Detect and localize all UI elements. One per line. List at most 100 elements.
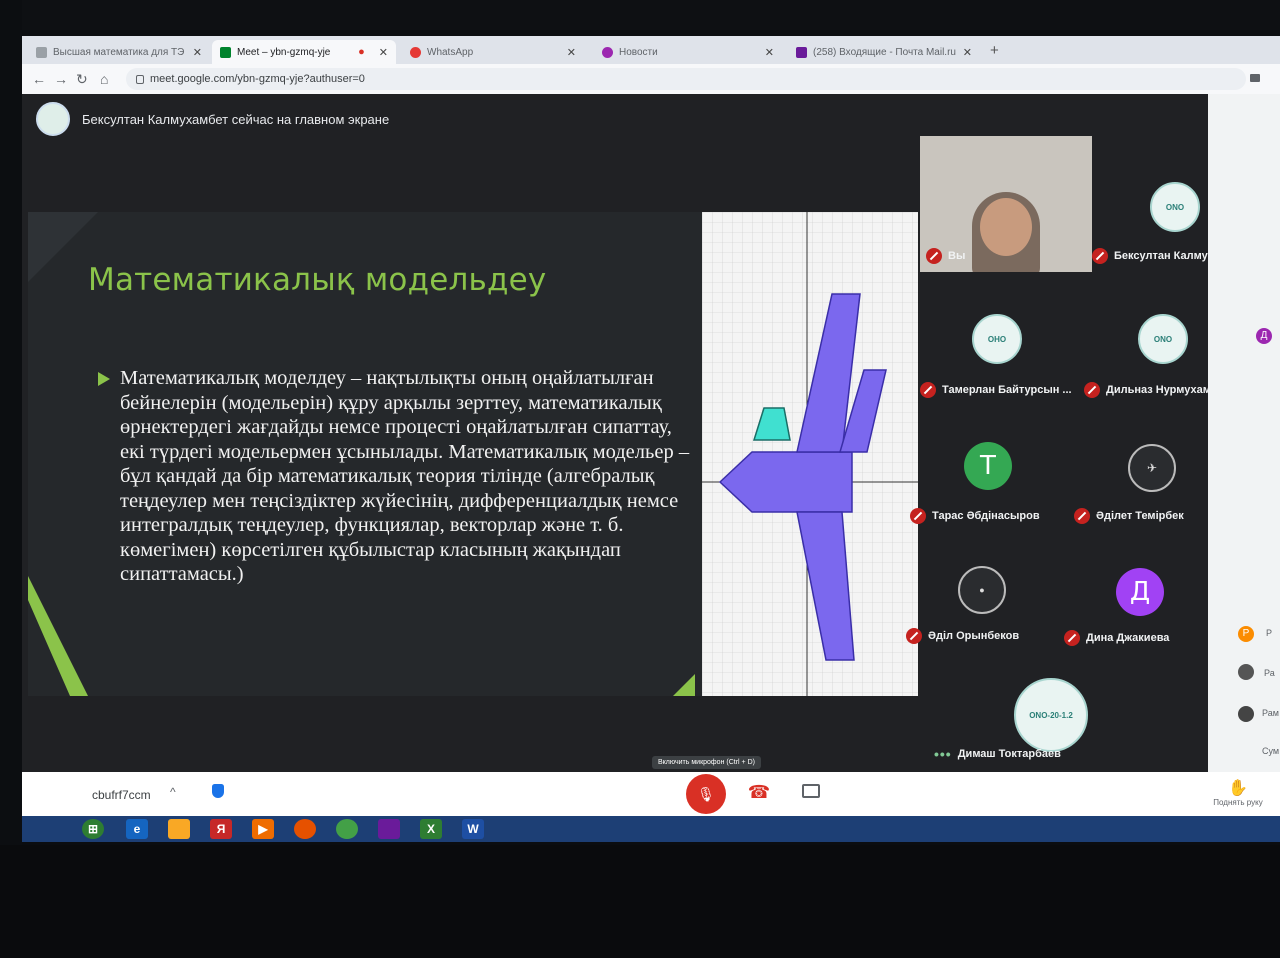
tab-mail[interactable]: (258) Входящие - Почта Mail.ru ✕ <box>788 40 980 64</box>
close-icon[interactable]: ✕ <box>567 46 576 59</box>
tab-news[interactable]: Новости ✕ <box>594 40 782 64</box>
reload-icon[interactable]: ↻ <box>76 71 88 88</box>
mail-icon <box>796 46 807 58</box>
side-label: Ра <box>1264 668 1275 678</box>
audio-activity-icon: ••• <box>934 746 952 762</box>
logo-icon: ● <box>979 585 985 595</box>
media-player-icon[interactable]: ▶ <box>252 819 274 839</box>
self-video-tile[interactable]: Вы <box>920 136 1092 272</box>
mic-off-icon <box>906 628 922 644</box>
participant-avatar-speaking: ONO-20-1.2 <box>1014 678 1088 752</box>
mic-off-icon <box>910 508 926 524</box>
chevron-up-icon[interactable]: ^ <box>170 785 176 799</box>
close-icon[interactable]: ✕ <box>379 46 388 59</box>
participant-chip[interactable]: Р <box>1238 626 1254 642</box>
presenting-banner: Бексултан Калмухамбет сейчас на главном … <box>36 102 389 136</box>
toggle-camera-button[interactable] <box>802 784 820 798</box>
tab-whatsapp[interactable]: WhatsApp ✕ <box>402 40 584 64</box>
tab-favicon <box>36 46 47 58</box>
participant-name: Әділ Орынбеков <box>906 628 1019 644</box>
participant-avatar: Д <box>1116 568 1164 616</box>
meet-icon <box>220 46 231 58</box>
excel-icon[interactable]: X <box>420 819 442 839</box>
participant-avatar: Т <box>964 442 1012 490</box>
mic-off-icon <box>1092 248 1108 264</box>
windows-taskbar: ⊞ e Я ▶ X W <box>22 816 1280 842</box>
ie-icon[interactable]: e <box>126 819 148 839</box>
presentation-slide: Математикалық модельдеу Математикалық мо… <box>28 212 918 696</box>
participant-name: ••• Димаш Токтарбаев <box>934 746 1061 762</box>
participant-name: Әділет Темірбек <box>1074 508 1184 524</box>
presenting-text: Бексултан Калмухамбет сейчас на главном … <box>82 111 390 127</box>
firefox-icon[interactable] <box>294 819 316 839</box>
participant-avatar: ✈ <box>1128 444 1176 492</box>
slide-decoration <box>673 674 695 696</box>
side-label: Сум <box>1262 746 1280 756</box>
close-icon[interactable]: ✕ <box>193 46 202 59</box>
participant-avatar: ONO <box>1138 314 1188 364</box>
mic-off-icon <box>1064 630 1080 646</box>
coordinate-grid <box>702 212 918 696</box>
logo-icon: OHO <box>987 334 1007 344</box>
tab-label: WhatsApp <box>427 46 474 58</box>
slide-decoration <box>28 600 70 696</box>
address-bar[interactable]: meet.google.com/ybn-gzmq-yje?authuser=0 <box>126 68 1246 90</box>
monitor-bezel-bottom <box>0 845 1280 958</box>
hand-icon: ✋ <box>1228 780 1248 797</box>
toggle-mic-button[interactable]: 🎙 <box>686 774 726 814</box>
participant-chip[interactable] <box>1238 706 1254 722</box>
participant-name: Тарас Әбдінасыров <box>910 508 1040 524</box>
meet-controls-bar: cbufrf7ccm ^ Включить микрофон (Ctrl + D… <box>22 756 1280 816</box>
participant-chip[interactable] <box>1238 664 1254 680</box>
mic-off-icon <box>1074 508 1090 524</box>
whatsapp-icon <box>410 46 421 58</box>
participant-avatar: ONO <box>1150 182 1200 232</box>
word-icon[interactable]: W <box>462 819 484 839</box>
tab-higher-math[interactable]: Высшая математика для ТЭ ✕ <box>28 40 210 64</box>
tab-label: Meet – ybn-gzmq-yje <box>237 46 331 58</box>
participant-name: Дина Джакиева <box>1064 630 1169 646</box>
yandex-icon[interactable]: Я <box>210 819 232 839</box>
bullet-icon <box>98 372 110 386</box>
leave-call-button[interactable]: ☎ <box>746 783 772 801</box>
mic-off-icon: 🎙 <box>697 785 715 802</box>
camera-in-use-icon[interactable] <box>1250 74 1260 82</box>
mic-off-icon <box>920 382 936 398</box>
meeting-code[interactable]: cbufrf7ccm <box>92 788 151 802</box>
winrar-icon[interactable] <box>378 819 400 839</box>
meet-stage: Бексултан Калмухамбет сейчас на главном … <box>22 94 1280 842</box>
tab-label: Высшая математика для ТЭ <box>53 46 185 58</box>
url-text: meet.google.com/ybn-gzmq-yje?authuser=0 <box>150 73 365 85</box>
back-icon[interactable]: ← <box>32 71 46 87</box>
browser-toolbar: ← → ↻ ⌂ meet.google.com/ybn-gzmq-yje?aut… <box>22 64 1280 94</box>
close-icon[interactable]: ✕ <box>963 46 972 59</box>
logo-icon: ONO <box>1153 334 1173 344</box>
slide-body: Математикалық моделдеу – нақтылықты оның… <box>120 367 690 585</box>
logo-icon: ONO-20-1.2 <box>1029 710 1073 720</box>
mic-tooltip: Включить микрофон (Ctrl + D) <box>652 756 761 769</box>
chrome-icon[interactable] <box>336 819 358 839</box>
tab-meet[interactable]: Meet – ybn-gzmq-yje ● ✕ <box>212 40 396 64</box>
self-video-face <box>980 198 1032 256</box>
forward-icon[interactable]: → <box>54 71 68 87</box>
news-icon <box>602 46 613 58</box>
home-icon[interactable]: ⌂ <box>100 71 108 87</box>
recording-icon: ● <box>358 46 365 58</box>
folder-icon[interactable] <box>168 819 190 839</box>
side-label: Рам <box>1262 708 1279 718</box>
logo-icon: ONO <box>1165 202 1185 212</box>
tab-label: (258) Входящие - Почта Mail.ru <box>813 46 956 58</box>
presenter-avatar <box>36 102 70 136</box>
people-side-strip: Д Р Р Ра Рам Сум <box>1208 94 1280 842</box>
screen: Высшая математика для ТЭ ✕ Meet – ybn-gz… <box>22 36 1280 842</box>
host-controls-icon[interactable] <box>212 784 224 798</box>
participant-name: Тамерлан Байтурсын ... <box>920 382 1072 398</box>
lock-icon <box>136 74 144 84</box>
side-label: Р <box>1266 628 1273 638</box>
close-icon[interactable]: ✕ <box>765 46 774 59</box>
participant-chip[interactable]: Д <box>1256 328 1272 344</box>
new-tab-button[interactable]: + <box>990 42 999 59</box>
start-button[interactable]: ⊞ <box>82 819 104 839</box>
mic-off-icon <box>926 248 942 264</box>
raise-hand-button[interactable]: ✋ Поднять руку <box>1208 778 1268 807</box>
